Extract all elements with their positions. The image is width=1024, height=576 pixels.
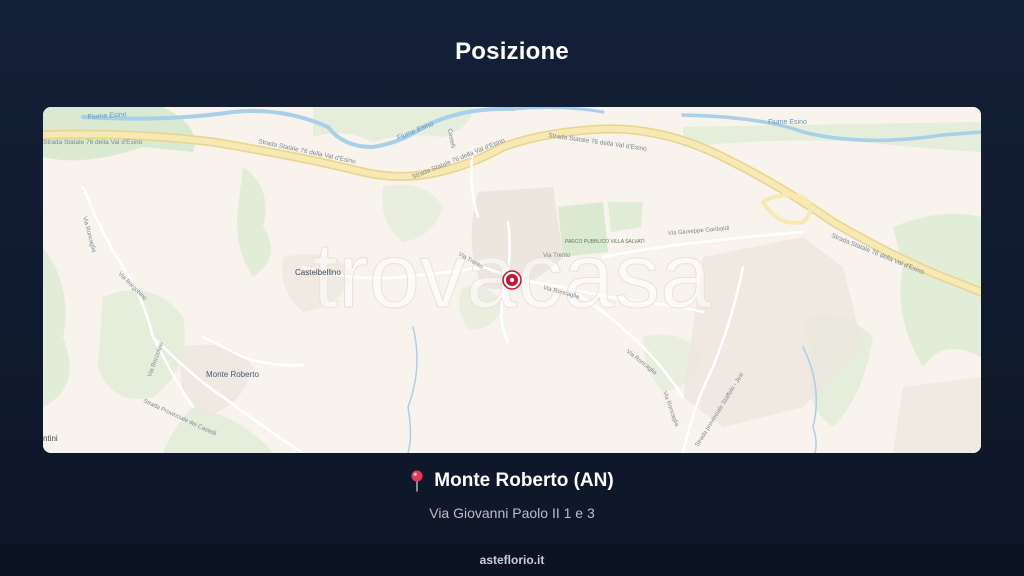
- map-pin-icon: [410, 470, 424, 492]
- label-town-monte-roberto: Monte Roberto: [206, 370, 259, 379]
- footer: asteflorio.it: [0, 544, 1024, 576]
- page-title: Posizione: [455, 38, 569, 65]
- label-river-3: Fiume Esino: [768, 119, 807, 126]
- marker-center-dot: [509, 277, 515, 283]
- label-park: PARCO PUBBLICO VILLA SALVATI: [565, 239, 645, 245]
- location-info: Monte Roberto (AN) Via Giovanni Paolo II…: [0, 470, 1024, 521]
- map-canvas[interactable]: trovacasa Fiume Esino Fiume Esino Fiume …: [43, 107, 981, 453]
- location-title-row: Monte Roberto (AN): [410, 470, 614, 492]
- label-town-edge: ntini: [43, 434, 58, 443]
- label-highway-1: Strada Statale 76 della Val d'Esino: [43, 139, 143, 146]
- label-town-castelbellino: Castelbellino: [295, 268, 341, 277]
- label-street-trento-2: Via Trento: [543, 253, 571, 259]
- property-marker[interactable]: [502, 270, 522, 290]
- label-park-text: PARCO PUBBLICO VILLA SALVATI: [565, 239, 645, 245]
- location-title: Monte Roberto (AN): [434, 470, 614, 491]
- location-address: Via Giovanni Paolo II 1 e 3: [429, 505, 595, 521]
- map-view[interactable]: trovacasa Fiume Esino Fiume Esino Fiume …: [43, 107, 981, 453]
- footer-site-link[interactable]: asteflorio.it: [480, 553, 545, 567]
